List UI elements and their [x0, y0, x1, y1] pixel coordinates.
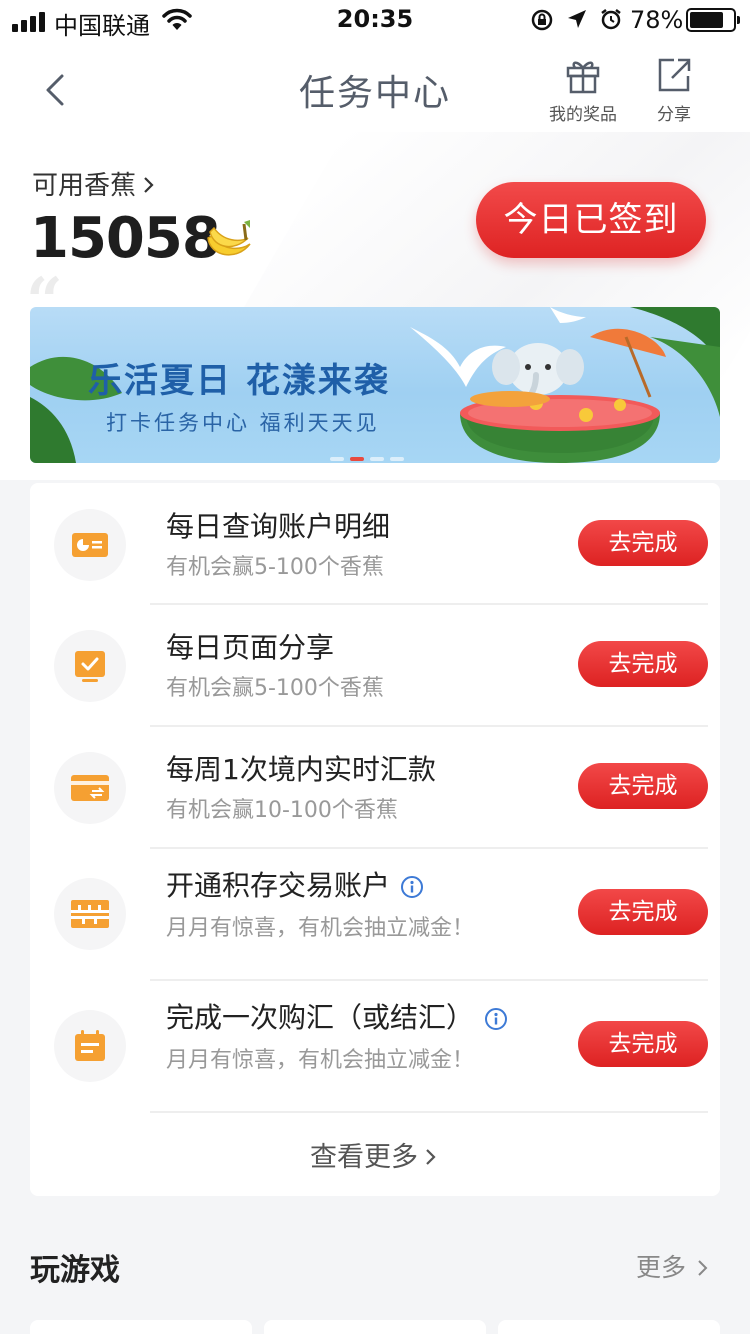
alarm-icon — [601, 9, 621, 30]
task-description: 月月有惊喜，有机会抽立减金！ — [166, 916, 475, 941]
task-description: 有机会赢10-100个香蕉 — [166, 798, 398, 823]
game-card[interactable] — [498, 1320, 720, 1334]
promo-banner[interactable]: 乐活夏日 花漾来袭 打卡任务中心 福利天天见 — [30, 307, 720, 463]
go-complete-button[interactable]: 去完成 — [578, 763, 708, 809]
task-title: 开通积存交易账户 — [166, 864, 424, 904]
divider — [150, 725, 708, 727]
gold-bar-icon — [54, 878, 126, 950]
rotation-lock-icon — [531, 9, 553, 31]
see-more-link[interactable]: 查看更多 — [30, 1135, 720, 1174]
task-title: 每日查询账户明细 — [166, 510, 391, 543]
battery-percent: 78% — [630, 6, 684, 34]
battery-icon — [686, 8, 740, 32]
available-bananas-label: 可用香蕉 — [32, 171, 137, 201]
divider — [150, 979, 708, 981]
chevron-right-icon — [144, 177, 154, 193]
carousel-dot — [330, 457, 344, 461]
divider — [150, 1111, 708, 1113]
task-description: 有机会赢5-100个香蕉 — [166, 676, 384, 701]
carousel-dot — [370, 457, 384, 461]
my-prizes-label: 我的奖品 — [549, 105, 617, 125]
share-button[interactable]: 分享 — [650, 56, 698, 125]
banana-icon — [207, 220, 251, 256]
location-icon — [568, 10, 586, 28]
task-title: 完成一次购汇（或结汇） — [166, 996, 508, 1036]
info-icon[interactable] — [484, 1007, 508, 1031]
share-label: 分享 — [657, 105, 691, 125]
task-title: 每周1次境内实时汇款 — [166, 753, 436, 786]
info-icon[interactable] — [400, 875, 424, 899]
go-complete-button[interactable]: 去完成 — [578, 641, 708, 687]
chevron-right-icon — [426, 1149, 436, 1165]
banner-title: 乐活夏日 花漾来袭 — [88, 361, 390, 401]
game-card[interactable] — [30, 1320, 252, 1334]
games-more-link[interactable]: 更多 — [636, 1248, 712, 1284]
task-description: 月月有惊喜，有机会抽立减金！ — [166, 1048, 475, 1073]
games-more-label: 更多 — [636, 1253, 687, 1282]
share-page-icon — [54, 630, 126, 702]
task-description: 有机会赢5-100个香蕉 — [166, 555, 384, 580]
carousel-indicator — [330, 457, 404, 461]
account-detail-icon — [54, 509, 126, 581]
my-prizes-button[interactable]: 我的奖品 — [546, 56, 620, 125]
share-icon — [658, 58, 691, 92]
banana-balance: 15058 — [30, 206, 221, 271]
carousel-dot — [350, 457, 364, 461]
game-card[interactable] — [264, 1320, 486, 1334]
go-complete-button[interactable]: 去完成 — [578, 889, 708, 935]
checked-in-button[interactable]: 今日已签到 — [476, 182, 706, 258]
games-section-title: 玩游戏 — [30, 1253, 120, 1288]
task-title: 每日页面分享 — [166, 631, 335, 664]
task-list-card: 每日查询账户明细 有机会赢5-100个香蕉 去完成 每日页面分享 有机会赢5-1… — [30, 483, 720, 1196]
banner-subtitle: 打卡任务中心 福利天天见 — [106, 411, 380, 435]
carousel-dot — [390, 457, 404, 461]
calendar-icon — [54, 1010, 126, 1082]
status-bar: 中国联通 20:35 78% — [0, 0, 750, 42]
divider — [150, 603, 708, 605]
go-complete-button[interactable]: 去完成 — [578, 1021, 708, 1067]
divider — [150, 847, 708, 849]
available-bananas-link[interactable]: 可用香蕉 — [32, 165, 158, 202]
see-more-label: 查看更多 — [310, 1142, 418, 1173]
go-complete-button[interactable]: 去完成 — [578, 520, 708, 566]
gift-icon — [566, 61, 600, 94]
page-title: 任务中心 — [298, 73, 451, 114]
chevron-right-icon — [698, 1260, 708, 1276]
transfer-card-icon — [54, 752, 126, 824]
